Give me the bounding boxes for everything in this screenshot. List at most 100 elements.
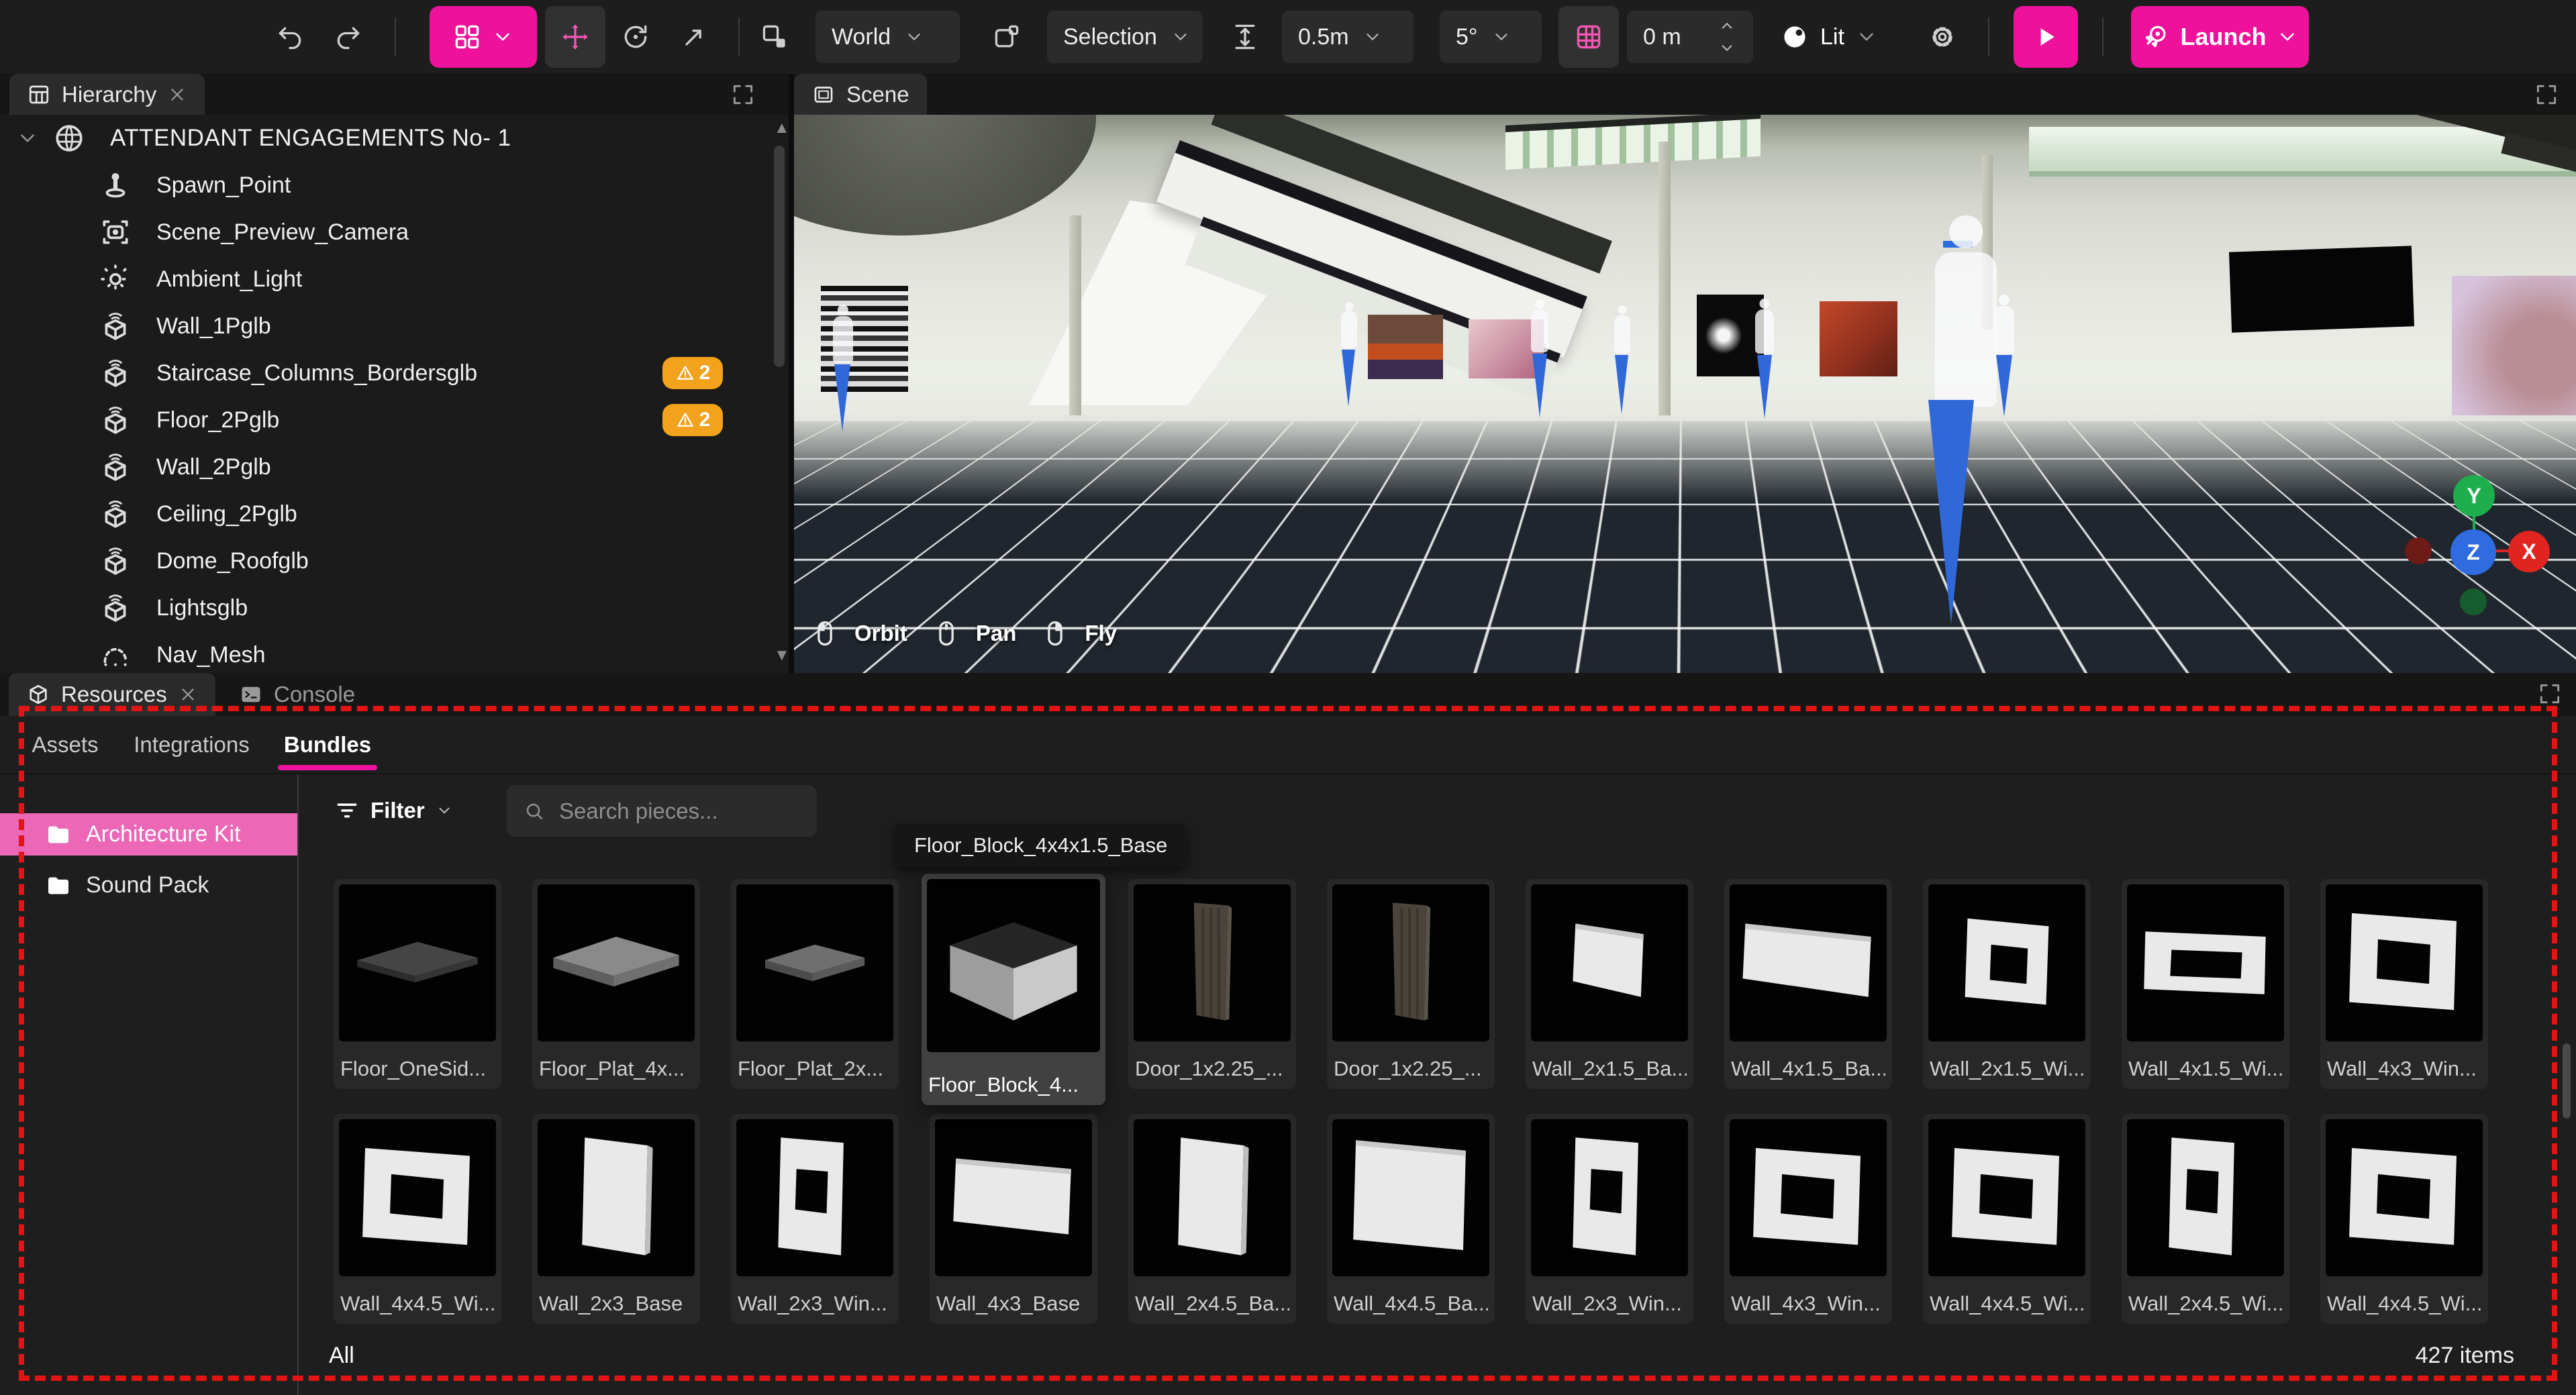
chevron-down-icon xyxy=(2276,25,2299,48)
mouse-right-icon xyxy=(1040,611,1070,656)
grid-scrollbar[interactable] xyxy=(2563,1043,2571,1119)
tree-item[interactable]: Ceiling_2Pglb xyxy=(0,490,789,537)
tree-item[interactable]: Lightsglb xyxy=(0,584,789,631)
gizmo-neg-x[interactable] xyxy=(2405,537,2432,564)
asset-tile[interactable]: Floor_Plat_2x... xyxy=(731,879,899,1089)
asset-tile[interactable]: Wall_4x1.5_Ba... xyxy=(1724,879,1892,1089)
asset-thumbnail xyxy=(339,884,496,1041)
launch-button[interactable]: Launch xyxy=(2131,6,2309,68)
tree-item[interactable]: Dome_Roofglb xyxy=(0,537,789,584)
scale-tool-button[interactable] xyxy=(679,0,709,74)
asset-tile[interactable]: Wall_2x3_Win... xyxy=(731,1114,899,1324)
space-select[interactable]: World xyxy=(815,11,960,63)
undo-button[interactable] xyxy=(275,0,305,74)
tab-resources[interactable]: Resources xyxy=(9,673,215,716)
footer-filter-all[interactable]: All xyxy=(329,1343,354,1369)
redo-button[interactable] xyxy=(334,0,363,74)
column xyxy=(1069,215,1081,437)
rotate-tool-button[interactable] xyxy=(621,0,650,74)
asset-tile[interactable]: Wall_4x4.5_Wi... xyxy=(334,1114,501,1324)
asset-tile[interactable]: Wall_2x3_Win... xyxy=(1526,1114,1693,1324)
asset-tile[interactable]: Wall_4x3_Win... xyxy=(2320,879,2488,1089)
artwork xyxy=(1820,301,1897,376)
folder-icon xyxy=(44,821,73,848)
artwork xyxy=(1697,295,1764,376)
shading-select[interactable]: Lit xyxy=(1780,0,1878,74)
expand-viewport-icon[interactable] xyxy=(2534,82,2559,111)
scroll-up-icon[interactable]: ▲ xyxy=(774,119,785,138)
chevron-down-icon xyxy=(1491,27,1512,47)
tab-scene[interactable]: Scene xyxy=(794,74,927,115)
asset-tile[interactable]: Wall_2x4.5_Wi... xyxy=(2122,1114,2289,1324)
asset-tile[interactable]: Wall_4x1.5_Wi... xyxy=(2122,879,2289,1089)
bundle-folder-sound-pack[interactable]: Sound Pack xyxy=(0,864,297,907)
asset-tile[interactable]: Door_1x2.25_... xyxy=(1128,879,1296,1089)
asset-thumbnail xyxy=(538,1119,695,1276)
search-input[interactable] xyxy=(558,798,789,825)
tree-item[interactable]: Nav_Mesh xyxy=(0,631,789,673)
chevron-down-icon xyxy=(1171,27,1191,47)
asset-tile[interactable]: Wall_4x3_Win... xyxy=(1724,1114,1892,1324)
gizmo-y-handle[interactable]: Y xyxy=(2453,475,2495,517)
rotation-step-select[interactable]: 5° xyxy=(1440,11,1542,63)
chevron-down-icon xyxy=(491,25,514,48)
placement-mode-button[interactable] xyxy=(430,6,537,68)
spawn-icon xyxy=(99,168,132,202)
expand-panel-icon[interactable] xyxy=(730,82,756,111)
close-icon[interactable] xyxy=(167,85,187,105)
asset-tile[interactable]: Wall_2x4.5_Ba... xyxy=(1128,1114,1296,1324)
snap-height-button[interactable] xyxy=(1230,0,1260,74)
expand-bottom-panel-icon[interactable] xyxy=(2537,681,2563,710)
stepper-arrows[interactable] xyxy=(1717,16,1737,58)
grid-step-select[interactable]: 0.5m xyxy=(1282,11,1414,63)
asset-thumbnail xyxy=(2326,1119,2483,1276)
move-tool-button[interactable] xyxy=(545,6,605,68)
avatar-figure-large xyxy=(1935,252,1997,407)
filter-button[interactable]: Filter xyxy=(334,788,453,833)
snap-grid-toggle[interactable] xyxy=(1558,6,1619,68)
asset-tile[interactable]: Floor_Block_4... xyxy=(922,874,1105,1105)
gizmo-neg-y[interactable] xyxy=(2460,588,2487,615)
pivot-select[interactable]: Selection xyxy=(1047,11,1203,63)
tree-item[interactable]: Spawn_Point xyxy=(0,162,789,209)
tree-item[interactable]: Wall_2Pglb xyxy=(0,444,789,490)
settings-button[interactable] xyxy=(1928,0,1957,74)
tab-bundles[interactable]: Bundles xyxy=(281,716,375,773)
tree-item-root[interactable]: ATTENDANT ENGAGEMENTS No- 1 xyxy=(0,115,789,162)
asset-tile[interactable]: Wall_2x1.5_Wi... xyxy=(1923,879,2091,1089)
asset-tile[interactable]: Wall_4x4.5_Wi... xyxy=(1923,1114,2091,1324)
tree-item[interactable]: Ambient_Light xyxy=(0,256,789,303)
asset-tile[interactable]: Wall_4x3_Base xyxy=(930,1114,1097,1324)
gizmo-x-handle[interactable]: X xyxy=(2508,531,2550,572)
scene-viewport[interactable]: OrbitPanFly Y X Z xyxy=(794,115,2576,673)
chevron-down-icon[interactable] xyxy=(16,127,39,150)
mouse-left-icon xyxy=(810,611,840,656)
tab-hierarchy[interactable]: Hierarchy xyxy=(9,74,205,115)
tree-item[interactable]: Wall_1Pglb xyxy=(0,303,789,350)
tab-console[interactable]: Console xyxy=(221,673,373,716)
bundle-folder-architecture-kit[interactable]: Architecture Kit xyxy=(0,813,297,856)
scroll-down-icon[interactable]: ▼ xyxy=(774,646,785,665)
asset-tile[interactable]: Floor_Plat_4x... xyxy=(532,879,700,1089)
play-button[interactable] xyxy=(2014,6,2078,68)
gizmo-z-handle[interactable]: Z xyxy=(2450,529,2496,575)
asset-tile[interactable]: Wall_2x3_Base xyxy=(532,1114,700,1324)
tab-integrations[interactable]: Integrations xyxy=(126,716,257,773)
tree-item[interactable]: Scene_Preview_Camera xyxy=(0,209,789,256)
model-icon xyxy=(99,450,132,484)
tree-item[interactable]: Staircase_Columns_Bordersglb2 xyxy=(0,350,789,397)
tree-item[interactable]: Floor_2Pglb2 xyxy=(0,397,789,444)
asset-tile[interactable]: Door_1x2.25_... xyxy=(1327,879,1495,1089)
elevation-stepper[interactable]: 0 m xyxy=(1627,11,1753,63)
close-icon[interactable] xyxy=(178,684,198,705)
transform-space-button[interactable] xyxy=(760,0,789,74)
search-box xyxy=(507,785,817,837)
tab-assets[interactable]: Assets xyxy=(32,716,99,773)
asset-tile[interactable]: Wall_4x4.5_Ba... xyxy=(1327,1114,1495,1324)
asset-tile[interactable]: Wall_2x1.5_Ba... xyxy=(1526,879,1693,1089)
asset-tile[interactable]: Wall_4x4.5_Wi... xyxy=(2320,1114,2488,1324)
pivot-button[interactable] xyxy=(992,0,1022,74)
resources-icon xyxy=(26,682,50,707)
asset-tile[interactable]: Floor_OneSid... xyxy=(334,879,501,1089)
hierarchy-scrollbar[interactable] xyxy=(774,146,785,367)
